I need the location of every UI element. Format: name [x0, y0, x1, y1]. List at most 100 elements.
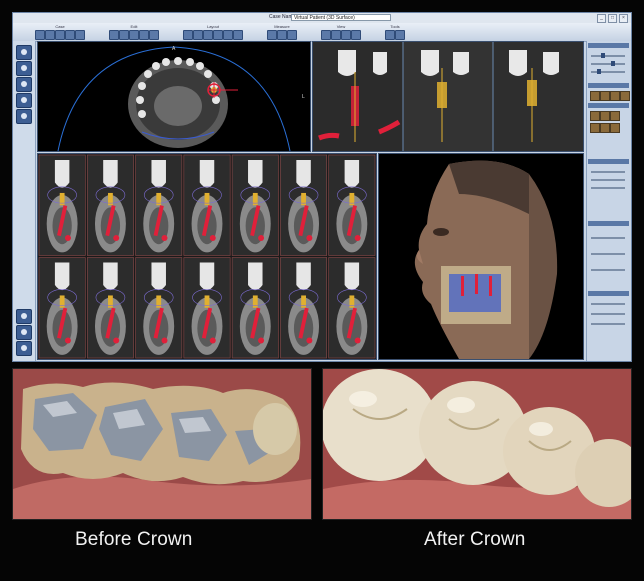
- orientation-l-label: L: [302, 94, 305, 100]
- toolbar-group-label: Case: [55, 24, 65, 29]
- toolbar-tool-icon[interactable]: [119, 30, 129, 40]
- panoramic-view[interactable]: [312, 41, 584, 152]
- window-controls: _ □ ×: [597, 14, 628, 23]
- slider-knob[interactable]: [601, 53, 605, 58]
- tool-tile-icon[interactable]: [590, 111, 600, 121]
- cross-section-cell[interactable]: [280, 257, 328, 359]
- cross-section-cell[interactable]: [86, 154, 134, 256]
- cross-section-cell[interactable]: [231, 257, 279, 359]
- tool-tile-icon[interactable]: [590, 123, 600, 133]
- slider-track[interactable]: [591, 323, 625, 325]
- toolbar-tool-icon[interactable]: [223, 30, 233, 40]
- tool-tile-icon[interactable]: [610, 111, 620, 121]
- toolbar-tool-icon[interactable]: [341, 30, 351, 40]
- slider-track[interactable]: [591, 187, 625, 189]
- toolbar-tool-icon[interactable]: [65, 30, 75, 40]
- case-select[interactable]: Virtual Patient (3D Surface): [291, 14, 391, 21]
- panel-header: [588, 43, 629, 48]
- slider-track[interactable]: [591, 179, 625, 181]
- toolbar-group-label: View: [336, 24, 346, 29]
- nerve-icon[interactable]: [16, 93, 32, 108]
- cross-section-cell[interactable]: [38, 257, 86, 359]
- toolbar-group-label: Tools: [390, 24, 400, 29]
- slider-track[interactable]: [591, 253, 625, 255]
- minimize-button[interactable]: _: [597, 14, 606, 23]
- cross-section-cell[interactable]: [231, 154, 279, 256]
- slider-track[interactable]: [591, 63, 625, 65]
- implant-tile-icon[interactable]: [600, 91, 610, 101]
- toolbar-tool-icon[interactable]: [129, 30, 139, 40]
- page-frame: Case Name Virtual Patient (3D Surface) _…: [0, 0, 644, 581]
- toolbar-tool-icon[interactable]: [183, 30, 193, 40]
- toolbar-tool-icon[interactable]: [75, 30, 85, 40]
- implant-tile-icon[interactable]: [620, 91, 630, 101]
- tool-tile-icon[interactable]: [600, 111, 610, 121]
- toolbar-tool-icon[interactable]: [45, 30, 55, 40]
- panel-header: [588, 103, 629, 108]
- cross-section-cell[interactable]: [38, 154, 86, 256]
- toolbar-tool-icon[interactable]: [287, 30, 297, 40]
- toolbar-tool-icon[interactable]: [149, 30, 159, 40]
- right-control-panel: [586, 41, 631, 361]
- before-crown-caption: Before Crown: [75, 529, 193, 550]
- toolbar-group-layout: Layout: [181, 24, 245, 40]
- toolbar-tool-icon[interactable]: [55, 30, 65, 40]
- toolbar-group-label: Measure: [274, 24, 290, 29]
- toolbar-tool-icon[interactable]: [277, 30, 287, 40]
- toolbar-tool-icon[interactable]: [193, 30, 203, 40]
- axial-view[interactable]: A L: [37, 41, 311, 152]
- tool-tile-icon[interactable]: [600, 123, 610, 133]
- slider-track[interactable]: [591, 171, 625, 173]
- toolbar-tool-icon[interactable]: [139, 30, 149, 40]
- cross-section-cell[interactable]: [135, 154, 183, 256]
- toolbar-group-view: View: [319, 24, 363, 40]
- slider-track[interactable]: [591, 269, 625, 271]
- panel-header: [588, 159, 629, 164]
- toolbar-tool-icon[interactable]: [213, 30, 223, 40]
- panel-header: [588, 221, 629, 226]
- 3d-face-view[interactable]: [378, 153, 584, 360]
- implant-tile-icon[interactable]: [610, 91, 620, 101]
- close-button[interactable]: ×: [619, 14, 628, 23]
- toolbar-tool-icon[interactable]: [233, 30, 243, 40]
- scan-icon[interactable]: [16, 61, 32, 76]
- toolbar-tool-icon[interactable]: [321, 30, 331, 40]
- slider-track[interactable]: [591, 237, 625, 239]
- implant-planning-window: Case Name Virtual Patient (3D Surface) _…: [12, 12, 632, 362]
- toolbar-tool-icon[interactable]: [395, 30, 405, 40]
- toolbar-group-tools: Tools: [383, 24, 407, 40]
- toolbar-tool-icon[interactable]: [109, 30, 119, 40]
- cross-section-cell[interactable]: [280, 154, 328, 256]
- cross-section-cell[interactable]: [328, 154, 376, 256]
- toolbar-tool-icon[interactable]: [35, 30, 45, 40]
- cross-section-cell[interactable]: [86, 257, 134, 359]
- toolbar-tool-icon[interactable]: [351, 30, 361, 40]
- implant-tile-icon[interactable]: [590, 91, 600, 101]
- toolbar-group-label: Layout: [206, 24, 219, 29]
- tool-tile-icon[interactable]: [610, 123, 620, 133]
- main-toolbar: Case Edit Layout Measure View Tools: [13, 23, 631, 42]
- slider-track[interactable]: [591, 303, 625, 305]
- patient-icon[interactable]: [16, 45, 32, 60]
- maximize-button[interactable]: □: [608, 14, 617, 23]
- toolbar-tool-icon[interactable]: [331, 30, 341, 40]
- slider-knob[interactable]: [597, 69, 601, 74]
- cross-section-grid[interactable]: [37, 153, 377, 360]
- exit-icon[interactable]: [16, 341, 32, 356]
- implant-icon[interactable]: [16, 109, 32, 124]
- toolbar-group-label: Edit: [130, 24, 138, 29]
- back-icon[interactable]: [16, 309, 32, 324]
- toolbar-tool-icon[interactable]: [267, 30, 277, 40]
- slider-knob[interactable]: [611, 61, 615, 66]
- ct-icon[interactable]: [16, 77, 32, 92]
- toolbar-tool-icon[interactable]: [385, 30, 395, 40]
- cross-section-cell[interactable]: [183, 154, 231, 256]
- after-crown-photo: [322, 368, 632, 520]
- cross-section-cell[interactable]: [328, 257, 376, 359]
- toolbar-tool-icon[interactable]: [203, 30, 213, 40]
- slider-track[interactable]: [591, 55, 625, 57]
- cross-section-cell[interactable]: [135, 257, 183, 359]
- cross-section-cell[interactable]: [183, 257, 231, 359]
- slider-track[interactable]: [591, 313, 625, 315]
- undo-icon[interactable]: [16, 325, 32, 340]
